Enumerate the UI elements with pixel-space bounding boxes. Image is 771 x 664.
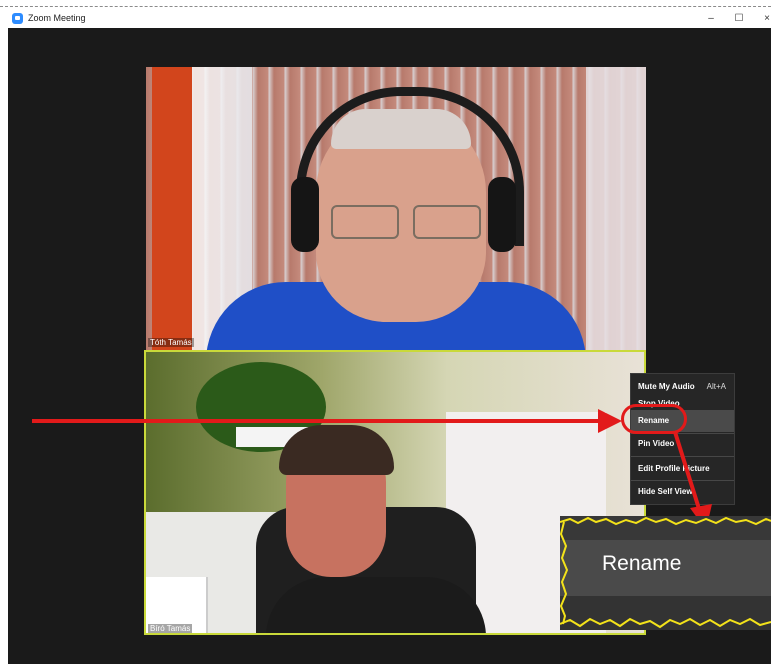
menu-item-label: Edit Profile Picture (638, 464, 710, 473)
menu-item-edit-profile-picture[interactable]: Edit Profile Picture (631, 458, 734, 480)
zoom-app-icon (12, 13, 23, 24)
participant-glasses (331, 205, 481, 239)
window-title: Zoom Meeting (28, 13, 86, 23)
menu-item-label: Pin Video (638, 439, 675, 448)
video-context-menu: Mute My Audio Alt+A Stop Video Rename Pi… (630, 373, 735, 505)
annotation-arrow-head-icon (598, 409, 622, 433)
screenshot-top-border (0, 0, 771, 7)
background-curtain-white-right (586, 67, 646, 350)
callout-jagged-edge (560, 516, 771, 629)
menu-separator (631, 456, 734, 457)
headphones-earcup-left (291, 177, 319, 252)
menu-item-pin-video[interactable]: Pin Video (631, 433, 734, 455)
headphones-earcup-right (488, 177, 516, 252)
maximize-button[interactable]: ☐ (728, 11, 750, 26)
menu-item-hide-self-view[interactable]: Hide Self View (631, 481, 734, 503)
zoomed-callout: Rename (560, 516, 771, 630)
window-titlebar[interactable]: Zoom Meeting – ☐ × (0, 10, 771, 28)
participant-name-label: Bíró Tamás (148, 624, 193, 633)
annotation-arrow-shaft (32, 419, 602, 423)
menu-item-label: Hide Self View (638, 487, 693, 496)
annotation-highlight-ring (621, 404, 687, 434)
participant-shirt (266, 577, 486, 633)
participant-name-label: Tóth Tamás (148, 338, 194, 347)
background-curtain-red (152, 67, 192, 350)
video-tile-toth-tamas[interactable]: Tóth Tamás (146, 67, 646, 350)
close-button[interactable]: × (756, 11, 771, 26)
participant-hair (279, 425, 394, 475)
minimize-button[interactable]: – (700, 11, 722, 26)
menu-item-label: Mute My Audio (638, 382, 695, 391)
